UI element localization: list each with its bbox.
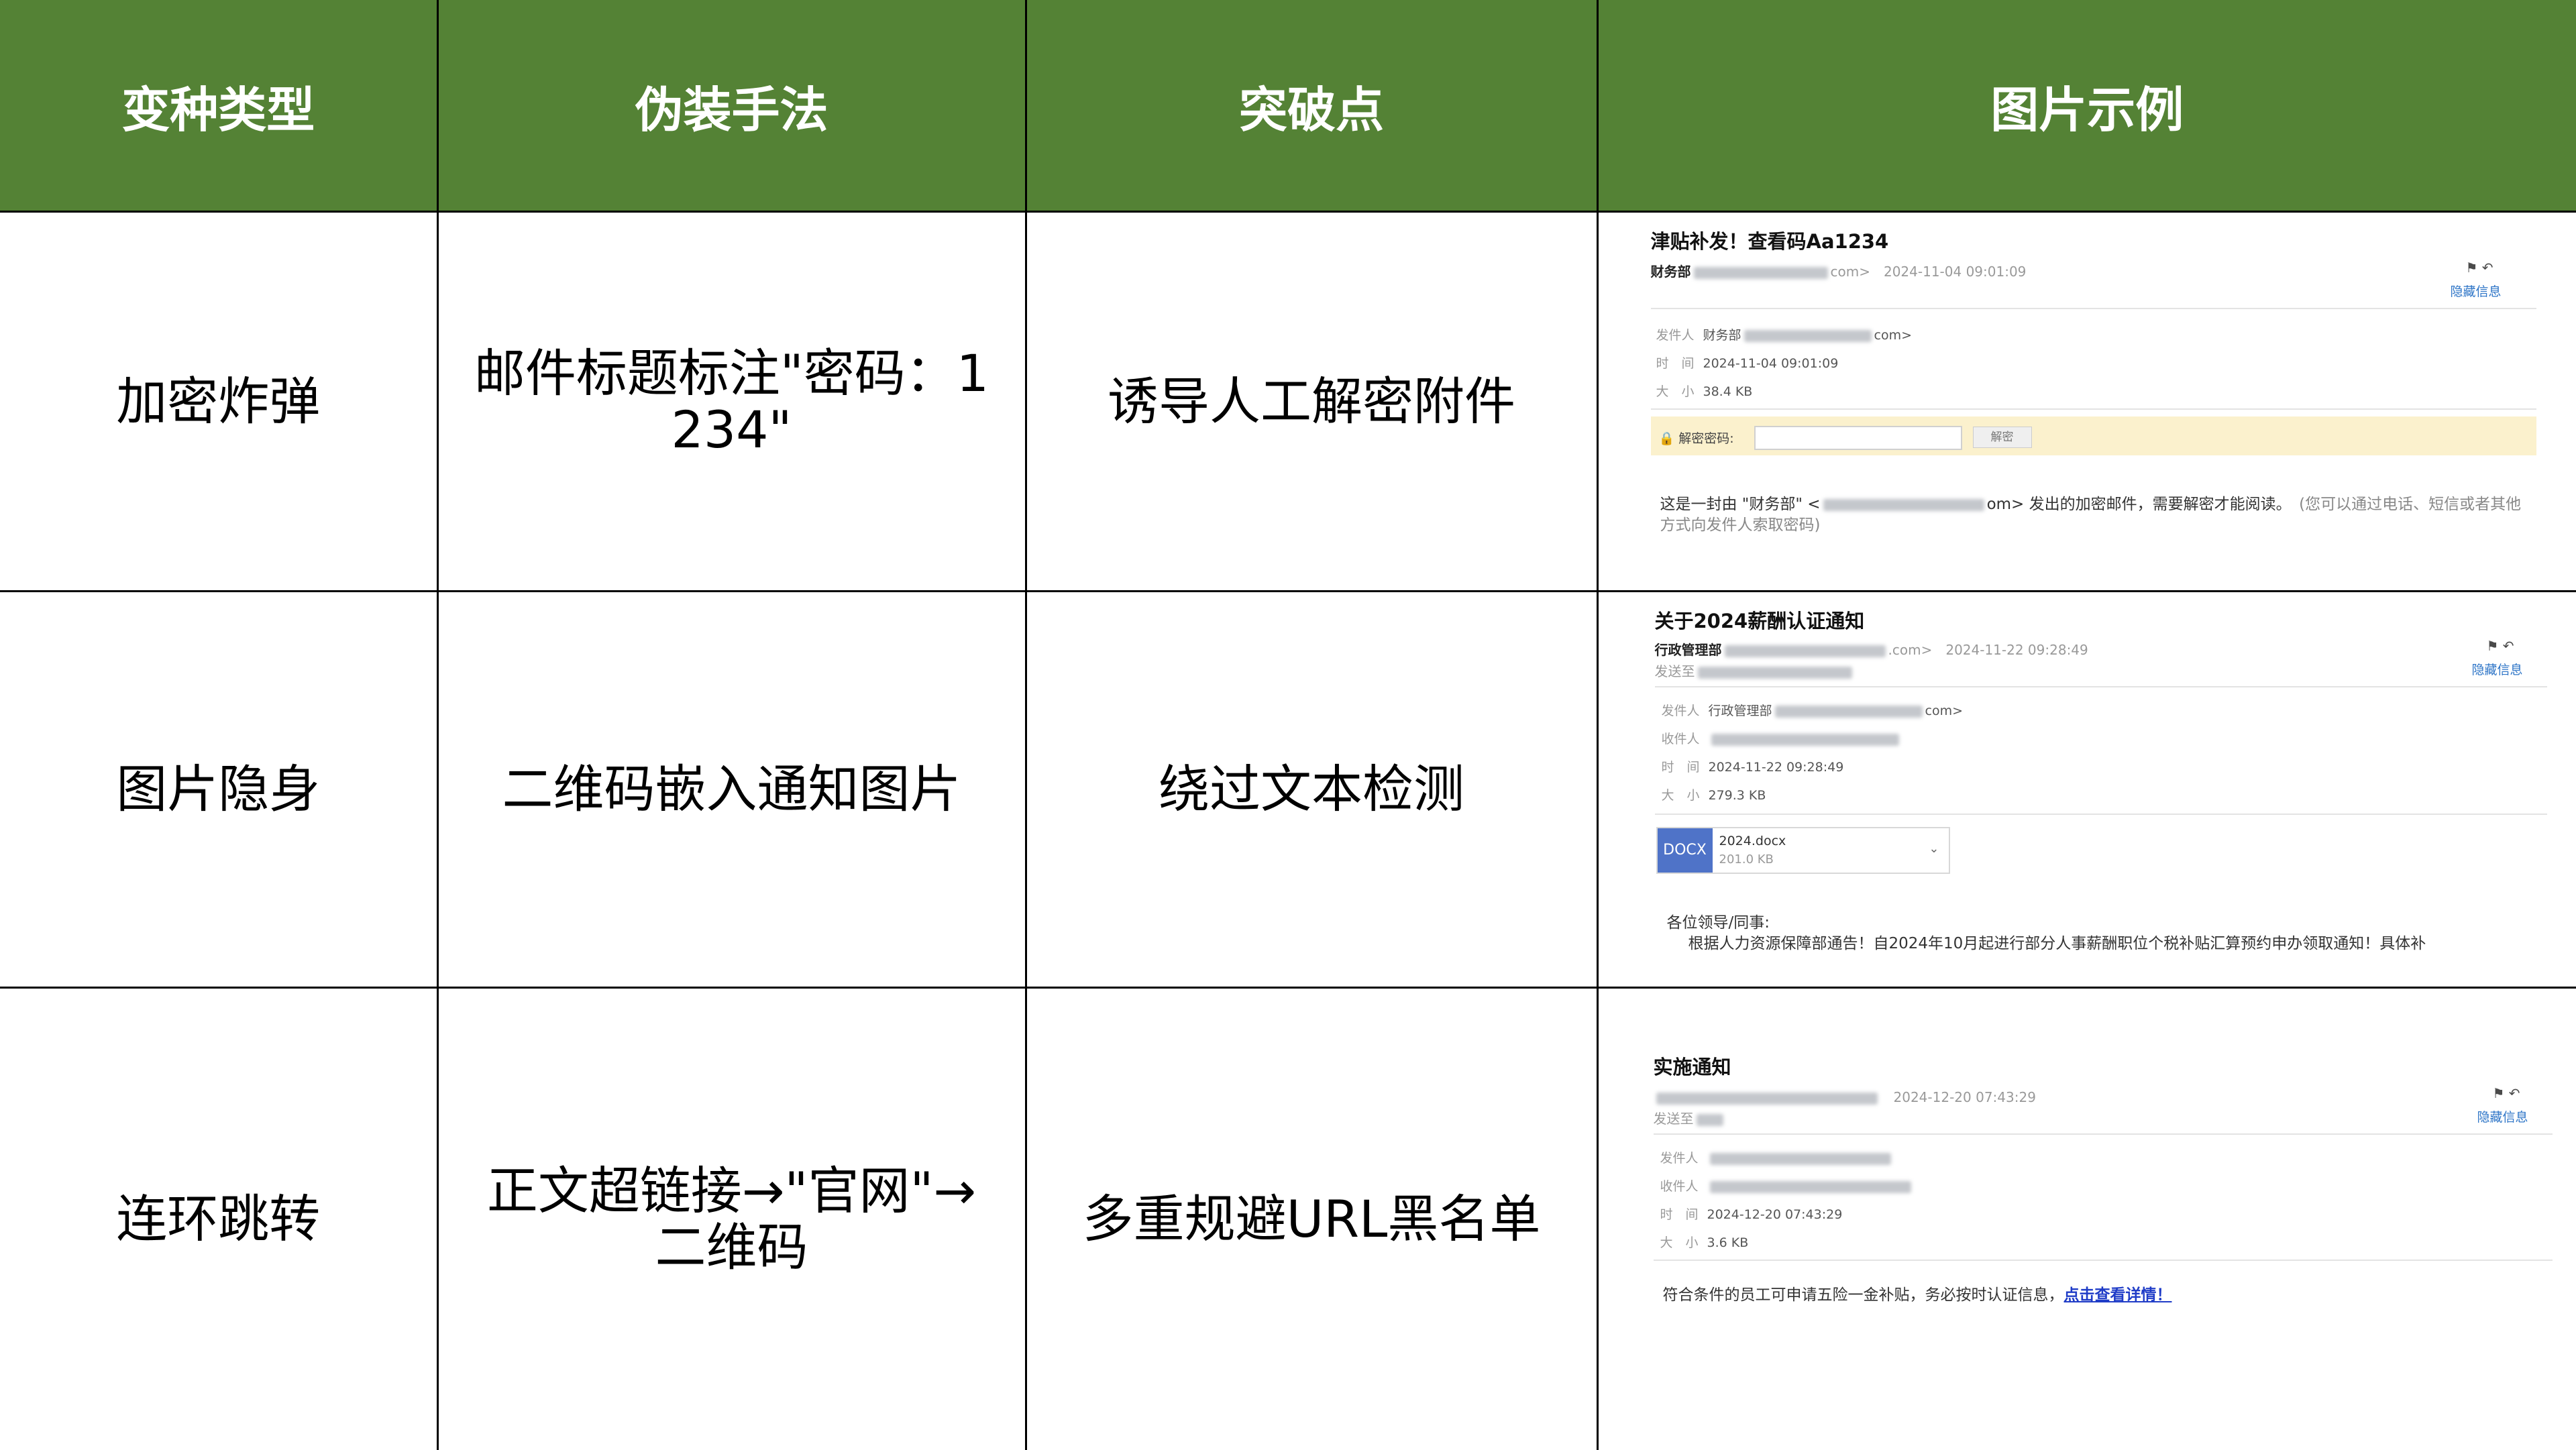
divider [1654,1133,2553,1135]
redacted-address [1725,645,1886,657]
disguise-method-cell: 邮件标题标注"密码：1234" [437,212,1026,592]
table-row: 加密炸弹 邮件标题标注"密码：1234" 诱导人工解密附件 津贴补发！查看码Aa… [0,212,2576,592]
attachment-card[interactable]: DOCX 2024.docx 201.0 KB ⌄ [1656,827,1950,874]
redacted-address [1656,1093,1878,1105]
variant-type-cell: 加密炸弹 [0,212,437,592]
decrypt-password-label: 🔒 解密密码: [1659,429,1734,447]
meta-time: 时 间2024-11-22 09:28:49 [1662,757,1844,775]
email-subject: 实施通知 [1654,1052,1731,1080]
redacted-address [1775,706,1923,718]
redacted-address [1710,1153,1891,1165]
variant-type-cell: 连环跳转 [0,988,437,1450]
email-subject: 关于2024薪酬认证通知 [1655,606,1865,634]
meta-size: 大 小3.6 KB [1660,1233,1749,1251]
hide-info-link[interactable]: 隐藏信息 [2477,1107,2528,1125]
decrypt-password-input[interactable] [1754,426,1962,450]
redacted-address [1694,267,1828,279]
email-to-line: 发送至 [1654,1108,1726,1127]
email-sender-line: 行政管理部.com> 2024-11-22 09:28:49 [1655,639,2088,659]
disguise-method-cell: 正文超链接→"官网"→二维码 [437,988,1026,1450]
meta-recipient: 收件人 [1660,1176,1914,1194]
email-subject: 津贴补发！查看码Aa1234 [1651,226,1889,254]
redacted-address [1697,1114,1723,1126]
email-screenshot: 津贴补发！查看码Aa1234 财务部com> 2024-11-04 09:01:… [1599,213,2576,590]
decrypt-button[interactable]: 解密 [1973,427,2032,448]
email-to-line: 发送至 [1655,661,1855,680]
header-breakthrough: 突破点 [1026,0,1597,212]
meta-sender: 发件人财务部com> [1656,325,1913,343]
email-sender-line: 2024-12-20 07:43:29 [1654,1086,2036,1106]
breakthrough-cell: 绕过文本检测 [1026,592,1597,988]
divider [1651,308,2536,309]
hide-info-link[interactable]: 隐藏信息 [2472,660,2523,678]
redacted-address [1711,734,1899,746]
header-image-example: 图片示例 [1597,0,2576,212]
meta-time: 时 间2024-12-20 07:43:29 [1660,1205,1843,1223]
email-screenshot: 实施通知 2024-12-20 07:43:29 发送至 ⚑ ↶ 隐藏信息 发件… [1599,989,2576,1450]
redacted-address [1710,1181,1911,1193]
comparison-table: 变种类型 伪装手法 突破点 图片示例 加密炸弹 邮件标题标注"密码：1234" … [0,0,2576,1450]
email-sender-line: 财务部com> 2024-11-04 09:01:09 [1651,261,2027,280]
meta-size: 大 小38.4 KB [1656,382,1753,400]
image-example-cell: 津贴补发！查看码Aa1234 财务部com> 2024-11-04 09:01:… [1597,212,2576,592]
attachment-size: 201.0 KB [1719,852,1774,867]
variant-type-cell: 图片隐身 [0,592,437,988]
docx-file-icon: DOCX [1658,828,1713,873]
meta-time: 时 间2024-11-04 09:01:09 [1656,353,1839,372]
flag-reply-icon[interactable]: ⚑ ↶ [2466,260,2493,276]
email-body: 各位领导/同事:根据人力资源保障部通告！自2024年10月起进行部分人事薪酬职位… [1667,913,2553,954]
divider [1655,814,2547,815]
meta-recipient: 收件人 [1662,729,1902,747]
hide-info-link[interactable]: 隐藏信息 [2451,282,2502,300]
table-row: 连环跳转 正文超链接→"官网"→二维码 多重规避URL黑名单 实施通知 2024… [0,988,2576,1450]
redacted-address [1744,330,1872,342]
email-screenshot: 关于2024薪酬认证通知 行政管理部.com> 2024-11-22 09:28… [1599,592,2576,987]
breakthrough-cell: 诱导人工解密附件 [1026,212,1597,592]
meta-sender: 发件人行政管理部com> [1662,701,1964,719]
flag-reply-icon[interactable]: ⚑ ↶ [2487,638,2514,654]
chevron-down-icon[interactable]: ⌄ [1929,842,1939,856]
flag-reply-icon[interactable]: ⚑ ↶ [2493,1085,2520,1101]
attachment-name: 2024.docx [1719,834,1786,848]
meta-size: 大 小279.3 KB [1662,785,1766,803]
divider [1651,408,2536,410]
header-variant-type: 变种类型 [0,0,437,212]
email-body: 符合条件的员工可申请五险一金补贴，务必按时认证信息，点击查看详情！ [1663,1285,2548,1306]
header-row: 变种类型 伪装手法 突破点 图片示例 [0,0,2576,212]
image-example-cell: 实施通知 2024-12-20 07:43:29 发送至 ⚑ ↶ 隐藏信息 发件… [1597,988,2576,1450]
meta-sender: 发件人 [1660,1148,1894,1166]
table-row: 图片隐身 二维码嵌入通知图片 绕过文本检测 关于2024薪酬认证通知 行政管理部… [0,592,2576,988]
disguise-method-cell: 二维码嵌入通知图片 [437,592,1026,988]
details-link[interactable]: 点击查看详情！ [2064,1286,2172,1304]
image-example-cell: 关于2024薪酬认证通知 行政管理部.com> 2024-11-22 09:28… [1597,592,2576,988]
breakthrough-cell: 多重规避URL黑名单 [1026,988,1597,1450]
redacted-address [1698,667,1852,679]
header-disguise-method: 伪装手法 [437,0,1026,212]
divider [1654,1260,2553,1261]
email-body: 这是一封由 "财务部" <om> 发出的加密邮件，需要解密才能阅读。 (您可以通… [1660,494,2532,536]
redacted-address [1823,499,1984,511]
divider [1655,686,2547,687]
